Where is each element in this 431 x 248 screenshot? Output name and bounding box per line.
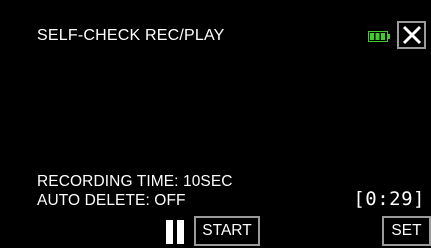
set-button[interactable]: SET (382, 216, 431, 246)
screen-title: SELF-CHECK REC/PLAY (37, 27, 225, 44)
recording-time-label: RECORDING TIME: 10SEC (37, 173, 233, 190)
time-counter: [0:29] (353, 188, 425, 210)
battery-icon (368, 31, 390, 42)
auto-delete-label: AUTO DELETE: OFF (37, 192, 186, 209)
camera-screen: SELF-CHECK REC/PLAY RECORDING TIME: 10SE… (0, 0, 431, 248)
close-button[interactable] (397, 21, 426, 49)
close-icon (402, 25, 421, 45)
pause-icon[interactable] (165, 220, 185, 244)
start-button[interactable]: START (194, 216, 260, 246)
